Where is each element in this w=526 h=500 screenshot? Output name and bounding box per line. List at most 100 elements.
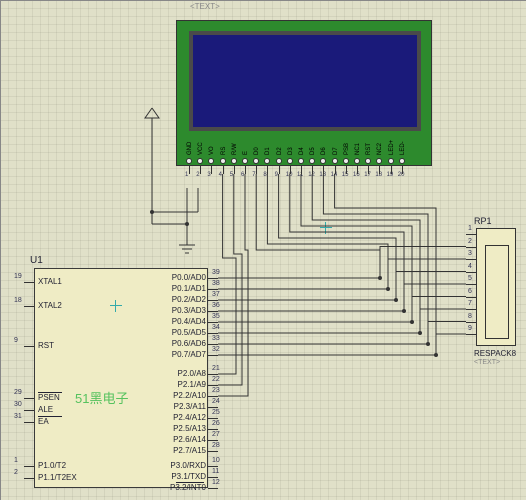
mcu-pin-number: 34 — [212, 324, 220, 331]
mcu-pin-number: 21 — [212, 365, 220, 372]
mcu-pin-label: P0.6/AD6 — [172, 339, 206, 348]
mcu-pin-number: 31 — [14, 413, 22, 420]
lcd-pin-number: 2 — [196, 172, 199, 178]
mcu-pin-number: 27 — [212, 431, 220, 438]
lcd-pin-label: D1 — [265, 144, 271, 155]
lcd-screen — [189, 31, 421, 131]
mcu-pin-label: P1.1/T2EX — [38, 473, 77, 482]
mcu-pin-number: 39 — [212, 269, 220, 276]
rp-pin-number: 6 — [468, 288, 472, 295]
lcd-pin-10[interactable] — [287, 158, 293, 164]
respack-text: <TEXT> — [474, 359, 500, 366]
mcu-pin-label: ALE — [38, 405, 53, 414]
lcd-pin-number: 7 — [252, 172, 255, 178]
lcd-pin-number: 6 — [241, 172, 244, 178]
lcd-pin-label: VCC — [198, 144, 204, 155]
lcd-pin-label: D0 — [254, 144, 260, 155]
mcu-pin-number: 12 — [212, 479, 220, 486]
lcd-pin-19[interactable] — [388, 158, 394, 164]
lcd-pin-1[interactable] — [186, 158, 192, 164]
mcu-pin-label: PSEN — [38, 393, 60, 402]
lcd-pin-4[interactable] — [220, 158, 226, 164]
lcd-pin-label: R/W — [232, 144, 238, 155]
rp-pin-number: 7 — [468, 300, 472, 307]
mcu-pin-number: 29 — [14, 389, 22, 396]
mcu-pin-label: P0.5/AD5 — [172, 328, 206, 337]
rp-pin-number: 9 — [468, 325, 472, 332]
lcd-pin-number: 1 — [185, 172, 188, 178]
mcu-pin-number: 10 — [212, 457, 220, 464]
lcd-pin-5[interactable] — [231, 158, 237, 164]
lcd-pin-label: RST — [366, 144, 372, 155]
lcd-pin-6[interactable] — [242, 158, 248, 164]
mcu-pin-label: P0.4/AD4 — [172, 317, 206, 326]
lcd-pin-label: PSB — [344, 144, 350, 155]
mcu-pin-number: 26 — [212, 420, 220, 427]
mcu-pin-label: XTAL1 — [38, 277, 62, 286]
mcu-pin-label: EA — [38, 417, 49, 426]
lcd-pin-number: 4 — [219, 172, 222, 178]
lcd-pin-label: D7 — [333, 144, 339, 155]
rp-pin-number: 1 — [468, 225, 472, 232]
mcu-pin-number: 2 — [14, 469, 18, 476]
lcd-pin-label: VO — [209, 144, 215, 155]
lcd-pin-16[interactable] — [354, 158, 360, 164]
mcu-pin-label: P3.0/RXD — [170, 461, 206, 470]
mcu-pin-number: 24 — [212, 398, 220, 405]
mcu-pin-number: 25 — [212, 409, 220, 416]
lcd-pin-label: RS — [221, 144, 227, 155]
mcu-pin-label: P2.5/A13 — [173, 424, 206, 433]
lcd-pin-label: D2 — [277, 144, 283, 155]
mcu-pin-number: 9 — [14, 337, 18, 344]
mcu-pin-number: 35 — [212, 313, 220, 320]
lcd-pin-label: E — [243, 144, 249, 155]
mcu-pin-label: P2.7/A15 — [173, 446, 206, 455]
mcu-pin-label: P2.0/A8 — [178, 369, 206, 378]
lcd-pin-number: 3 — [207, 172, 210, 178]
mcu-pin-label: P2.1/A9 — [178, 380, 206, 389]
lcd-pin-11[interactable] — [298, 158, 304, 164]
mcu-pin-label: P1.0/T2 — [38, 461, 66, 470]
watermark: 51黑电子 — [75, 388, 128, 407]
rp-pin-number: 2 — [468, 238, 472, 245]
rp-pin-number: 5 — [468, 275, 472, 282]
resistor-pack[interactable] — [476, 228, 516, 346]
lcd-pin-label: NC1 — [355, 144, 361, 155]
lcd-pin-9[interactable] — [276, 158, 282, 164]
mcu-pin-number: 1 — [14, 457, 18, 464]
lcd-pin-number: 8 — [263, 172, 266, 178]
mcu-pin-label: P0.0/AD0 — [172, 273, 206, 282]
cursor-crosshair — [320, 222, 332, 234]
lcd-pin-label: LED+ — [389, 144, 395, 155]
mcu-pin-label: RST — [38, 341, 54, 350]
mcu-pin-label: P0.2/AD2 — [172, 295, 206, 304]
mcu-pin-number: 11 — [212, 468, 219, 475]
respack-name: RESPACK8 — [474, 349, 516, 358]
lcd-pin-number: 9 — [275, 172, 278, 178]
mcu-pin-label: P2.2/A10 — [173, 391, 206, 400]
mcu-pin-number: 30 — [14, 401, 22, 408]
mcu-pin-number: 32 — [212, 346, 220, 353]
mcu-pin-number: 37 — [212, 291, 220, 298]
mcu-pin-number: 22 — [212, 376, 220, 383]
mcu-pin-label: P0.1/AD1 — [172, 284, 206, 293]
lcd-pin-label: D3 — [288, 144, 294, 155]
mcu-pin-label: P3.1/TXD — [171, 472, 206, 481]
respack-ref: RP1 — [474, 216, 492, 226]
mcu-pin-number: 33 — [212, 335, 220, 342]
mcu-pin-label: P2.6/A14 — [173, 435, 206, 444]
mcu-pin-number: 19 — [14, 273, 22, 280]
mcu-pin-number: 36 — [212, 302, 220, 309]
rp-pin-number: 8 — [468, 313, 472, 320]
lcd-pin-14[interactable] — [332, 158, 338, 164]
lcd-pin-20[interactable] — [399, 158, 405, 164]
lcd-pin-label: NC2 — [377, 144, 383, 155]
lcd-pin-number: 5 — [230, 172, 233, 178]
lcd-pin-label: GND — [187, 144, 193, 155]
rp-pin-number: 4 — [468, 263, 472, 270]
rp-pin-number: 3 — [468, 250, 472, 257]
mcu-pin-number: 23 — [212, 387, 220, 394]
mcu-pin-number: 38 — [212, 280, 220, 287]
lcd-pin-15[interactable] — [343, 158, 349, 164]
mcu-ref: U1 — [30, 255, 43, 266]
